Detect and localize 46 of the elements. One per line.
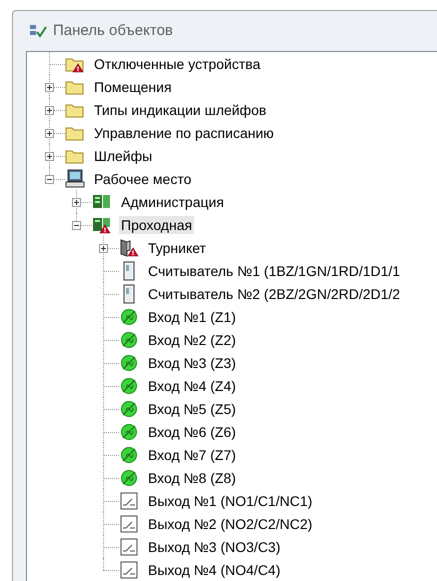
object-panel-icon <box>29 23 47 39</box>
tree-item[interactable]: Рабочее место <box>92 170 194 188</box>
expand-icon[interactable] <box>45 106 54 114</box>
tree-item[interactable]: Считыватель №2 (2BZ/2GN/2RD/2D1/2 <box>146 284 402 302</box>
tree-item[interactable]: Отключенные устройства <box>92 54 262 72</box>
expand-icon[interactable] <box>45 82 54 92</box>
tree-item[interactable]: Шлейфы <box>92 146 154 164</box>
turnstile-warning-icon <box>118 238 140 258</box>
tree-item[interactable]: Вход №6 (Z6) <box>146 422 238 440</box>
tree-item[interactable]: Турникет <box>146 238 208 256</box>
tree-item[interactable]: Выход №3 (NO3/C3) <box>146 538 282 556</box>
expand-icon[interactable] <box>45 128 54 138</box>
zone-sensor-icon <box>118 376 140 396</box>
computer-icon <box>64 168 86 188</box>
tree-item[interactable]: Выход №2 (NO2/C2/NC2) <box>146 514 314 532</box>
zone-sensor-icon <box>118 352 140 372</box>
tree-item[interactable]: Выход №4 (NO4/C4) <box>146 560 282 578</box>
tree-item[interactable]: Вход №3 (Z3) <box>146 354 238 372</box>
collapse-icon[interactable] <box>72 220 81 230</box>
collapse-icon[interactable] <box>45 174 54 184</box>
tree-item[interactable]: Помещения <box>92 78 174 96</box>
tree-item[interactable]: Считыватель №1 (1BZ/1GN/1RD/1D1/1 <box>146 262 402 280</box>
expand-icon[interactable] <box>45 152 54 160</box>
tree-item[interactable]: Вход №2 (Z2) <box>146 330 238 348</box>
zone-sensor-icon <box>118 468 140 488</box>
tree-item[interactable]: Вход №8 (Z8) <box>146 468 238 486</box>
zone-sensor-icon <box>118 398 140 418</box>
zone-sensor-icon <box>118 422 140 442</box>
tree-item[interactable]: Типы индикации шлейфов <box>92 100 268 118</box>
tree-item[interactable]: Управление по расписанию <box>92 124 276 142</box>
expand-icon[interactable] <box>72 198 81 206</box>
relay-switch-icon <box>118 536 140 556</box>
tree-item[interactable]: Вход №4 (Z4) <box>146 376 238 394</box>
zone-sensor-icon <box>118 330 140 350</box>
tree-item[interactable]: Вход №1 (Z1) <box>146 308 238 326</box>
zone-sensor-icon <box>118 306 140 326</box>
relay-switch-icon <box>118 490 140 510</box>
tree-item[interactable]: Выход №1 (NO1/C1/NC1) <box>146 492 314 510</box>
tree-item[interactable]: Администрация <box>119 192 226 210</box>
relay-switch-icon <box>118 514 140 534</box>
tree-item[interactable]: Вход №7 (Z7) <box>146 446 238 464</box>
zone-sensor-icon <box>118 444 140 464</box>
tree-item[interactable]: Вход №5 (Z5) <box>146 400 238 418</box>
tree-item[interactable]: Проходная <box>119 216 194 234</box>
panel-title: Панель объектов <box>53 20 173 41</box>
expand-icon[interactable] <box>99 244 108 252</box>
